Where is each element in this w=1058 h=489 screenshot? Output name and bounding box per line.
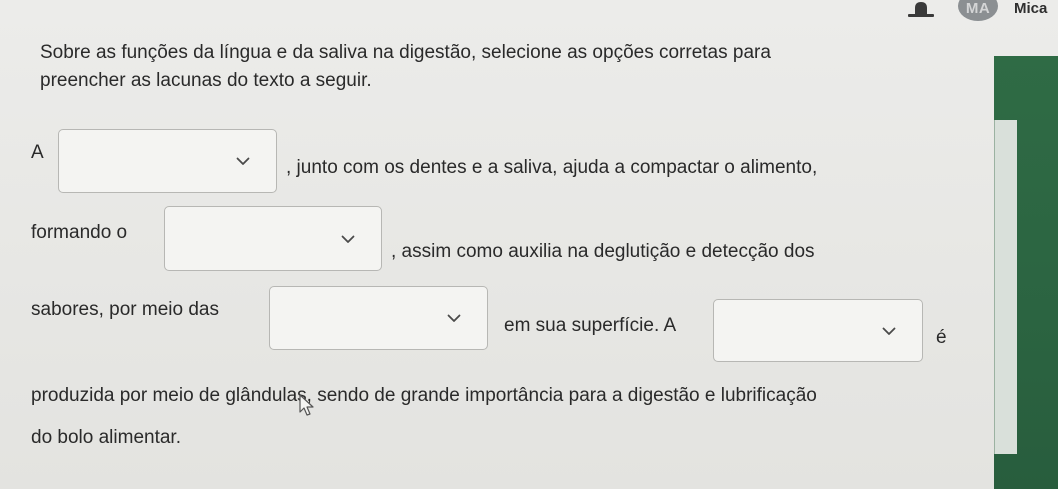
mouse-cursor-icon: [299, 394, 314, 416]
chevron-down-icon: [882, 327, 896, 335]
text-segment-a: A: [31, 142, 44, 163]
blank-dropdown-4[interactable]: [713, 299, 923, 362]
text-segment-c: formando o: [31, 222, 128, 243]
text-segment-i: do bolo alimentar.: [31, 427, 181, 448]
user-name[interactable]: Mica: [1014, 0, 1047, 17]
blank-dropdown-3[interactable]: [269, 286, 488, 350]
chevron-down-icon: [447, 314, 461, 322]
text-segment-d: , assim como auxilia na deglutição e det…: [391, 241, 815, 262]
text-segment-e: sabores, por meio das: [31, 299, 219, 320]
question-intro-line-2: preencher as lacunas do texto a seguir.: [40, 70, 372, 91]
question-intro-line-1: Sobre as funções da língua e da saliva n…: [40, 42, 771, 63]
side-panel-inner: [994, 120, 1017, 454]
top-bar: MA Mica: [0, 0, 1058, 24]
question-intro: Sobre as funções da língua e da saliva n…: [40, 39, 940, 95]
avatar-initials: MA: [965, 0, 991, 17]
bell-icon[interactable]: [906, 1, 936, 17]
page: MA Mica Sobre as funções da língua e da …: [0, 0, 1058, 489]
chevron-down-icon: [341, 235, 355, 243]
side-panel-strip: [994, 56, 1058, 489]
avatar[interactable]: MA: [958, 0, 998, 21]
text-segment-h: produzida por meio de glândulas, sendo d…: [31, 385, 817, 406]
text-segment-g: é: [936, 327, 947, 348]
chevron-down-icon: [236, 157, 250, 165]
blank-dropdown-2[interactable]: [164, 206, 382, 271]
blank-dropdown-1[interactable]: [58, 129, 277, 193]
text-segment-b: , junto com os dentes e a saliva, ajuda …: [286, 157, 818, 178]
text-segment-f: em sua superfície. A: [504, 315, 677, 336]
